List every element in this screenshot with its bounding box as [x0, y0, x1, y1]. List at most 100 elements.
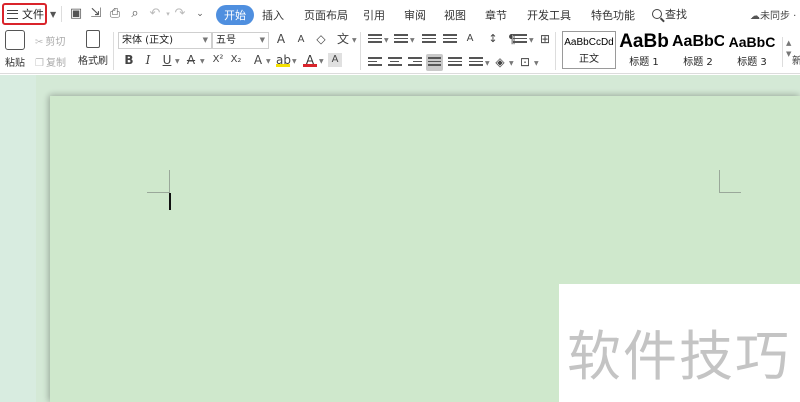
- chevron-down-icon: ▼: [202, 36, 208, 44]
- tab-special-features[interactable]: 特色功能: [591, 7, 635, 23]
- search-icon: [652, 9, 662, 19]
- sync-label: 未同步 ·: [760, 11, 797, 22]
- increase-indent-icon[interactable]: [443, 34, 457, 46]
- format-painter-button[interactable]: 格式刷: [77, 30, 109, 67]
- margin-corner-mark: [147, 170, 170, 193]
- highlight-icon[interactable]: ab: [276, 53, 291, 67]
- chevron-down-icon[interactable]: ▼: [384, 37, 389, 44]
- redo-icon[interactable]: ↷: [172, 6, 188, 22]
- style-name: 正文: [579, 54, 599, 65]
- divider: [782, 37, 783, 67]
- align-center-icon[interactable]: [388, 57, 402, 69]
- cloud-icon: ☁: [750, 11, 760, 22]
- tab-review[interactable]: 审阅: [404, 7, 426, 23]
- decrease-indent-icon[interactable]: [422, 34, 436, 46]
- paste-button[interactable]: 粘贴: [2, 30, 28, 69]
- justify-icon[interactable]: [426, 54, 443, 71]
- tab-insert[interactable]: 插入: [262, 7, 284, 23]
- chevron-down-icon[interactable]: ▼: [529, 37, 534, 44]
- new-style-label[interactable]: 新: [792, 52, 800, 67]
- divider: [61, 6, 62, 22]
- style-sample: AaBbCcDd: [564, 37, 614, 48]
- style-normal[interactable]: AaBbCcDd 正文: [562, 31, 616, 69]
- font-name-select[interactable]: 宋体 (正文) ▼: [118, 32, 212, 49]
- subscript-icon[interactable]: X₂: [229, 53, 243, 67]
- sync-status[interactable]: ☁未同步 ·: [750, 7, 796, 22]
- sort-icon[interactable]: ↕: [486, 32, 500, 46]
- clipboard-icon: [5, 30, 25, 50]
- chinese-layout-icon[interactable]: A: [463, 32, 477, 46]
- style-sample: AaBbC: [672, 33, 724, 50]
- char-shading-icon[interactable]: A: [328, 53, 342, 67]
- bold-icon[interactable]: B: [122, 53, 136, 67]
- tab-page-layout[interactable]: 页面布局: [304, 7, 348, 23]
- search-label: 查找: [665, 8, 687, 21]
- chevron-down-icon[interactable]: ▼: [319, 58, 324, 65]
- save-icon[interactable]: ▣: [68, 6, 84, 22]
- chevron-down-icon[interactable]: ▼: [266, 58, 271, 65]
- chevron-down-icon[interactable]: ▼: [786, 50, 791, 58]
- font-color-icon[interactable]: A: [303, 53, 317, 67]
- divider: [113, 32, 114, 70]
- strikethrough-icon[interactable]: A: [184, 53, 198, 67]
- line-spacing-icon[interactable]: [513, 34, 527, 46]
- font-size-select[interactable]: 五号 ▼: [212, 32, 269, 49]
- tab-view[interactable]: 视图: [444, 7, 466, 23]
- distributed-icon[interactable]: [448, 57, 462, 69]
- tab-references[interactable]: 引用: [363, 7, 385, 23]
- chevron-down-icon[interactable]: ▼: [292, 58, 297, 65]
- align-left-icon[interactable]: [368, 57, 382, 69]
- chevron-down-icon[interactable]: ▼: [50, 10, 56, 19]
- style-heading-2[interactable]: AaBbC 标题 2: [672, 31, 724, 69]
- chevron-down-icon[interactable]: ▼: [534, 60, 539, 67]
- bullet-list-icon[interactable]: [368, 34, 382, 46]
- search-button[interactable]: 查找: [652, 6, 687, 22]
- export-icon[interactable]: ⇲: [88, 6, 104, 22]
- tab-start[interactable]: 开始: [216, 5, 254, 25]
- pinyin-icon[interactable]: 文: [336, 32, 350, 46]
- shading-icon[interactable]: ◈: [493, 55, 507, 69]
- text-effect-icon[interactable]: A: [251, 53, 265, 67]
- paragraph-spacing-icon[interactable]: [469, 57, 483, 69]
- style-heading-1[interactable]: AaBb 标题 1: [618, 31, 670, 69]
- print-preview-icon[interactable]: ⌕: [127, 6, 143, 22]
- style-name: 标题 3: [737, 57, 767, 68]
- align-right-icon[interactable]: [408, 57, 422, 69]
- chevron-down-icon[interactable]: ▼: [200, 58, 205, 65]
- numbered-list-icon[interactable]: [394, 34, 408, 46]
- italic-icon[interactable]: I: [141, 53, 155, 67]
- copy-button[interactable]: ❐ 复制: [35, 54, 66, 69]
- borders-icon[interactable]: ⊞: [538, 32, 552, 46]
- style-sample: AaBb: [619, 31, 669, 52]
- print-icon[interactable]: ⎙: [107, 6, 123, 22]
- increase-font-icon[interactable]: A: [274, 32, 288, 46]
- copy-label: 复制: [45, 58, 66, 69]
- table-borders-icon[interactable]: ⊡: [518, 55, 532, 69]
- chevron-down-icon[interactable]: ▼: [485, 60, 490, 67]
- font-size-value: 五号: [216, 35, 236, 46]
- chevron-down-icon[interactable]: ▼: [175, 58, 180, 65]
- file-menu-button[interactable]: 文件: [2, 3, 47, 25]
- chevron-up-icon[interactable]: ▲: [786, 39, 791, 47]
- format-painter-label: 格式刷: [78, 56, 108, 67]
- cut-button[interactable]: ✂ 剪切: [35, 33, 65, 48]
- style-sample: AaBbC: [728, 34, 776, 50]
- decrease-font-icon[interactable]: A: [294, 33, 308, 47]
- chevron-down-icon[interactable]: ▼: [410, 37, 415, 44]
- underline-icon[interactable]: U: [160, 53, 174, 67]
- margin-corner-mark: [719, 170, 741, 193]
- tab-chapter[interactable]: 章节: [485, 7, 507, 23]
- quick-access-dropdown-icon[interactable]: ⌄: [192, 6, 208, 22]
- copy-icon: ❐: [35, 58, 44, 69]
- menu-bar: 文件 ▼ ▣ ⇲ ⎙ ⌕ ↶ ▾ ↷ ⌄ 开始 插入 页面布局 引用 审阅 视图…: [0, 0, 800, 28]
- hamburger-icon: [7, 9, 18, 19]
- chevron-down-icon[interactable]: ▼: [509, 60, 514, 67]
- watermark: 软件技巧: [559, 284, 800, 402]
- clear-format-icon[interactable]: ◇: [314, 32, 328, 46]
- style-heading-3[interactable]: AaBbC 标题 3: [726, 31, 778, 69]
- styles-gallery: AaBbCcDd 正文 AaBb 标题 1 AaBbC 标题 2 AaBbC 标…: [560, 31, 800, 71]
- superscript-icon[interactable]: X²: [211, 53, 225, 67]
- tab-developer-tools[interactable]: 开发工具: [527, 7, 571, 23]
- watermark-text: 软件技巧: [567, 325, 791, 388]
- chevron-down-icon[interactable]: ▼: [352, 37, 357, 44]
